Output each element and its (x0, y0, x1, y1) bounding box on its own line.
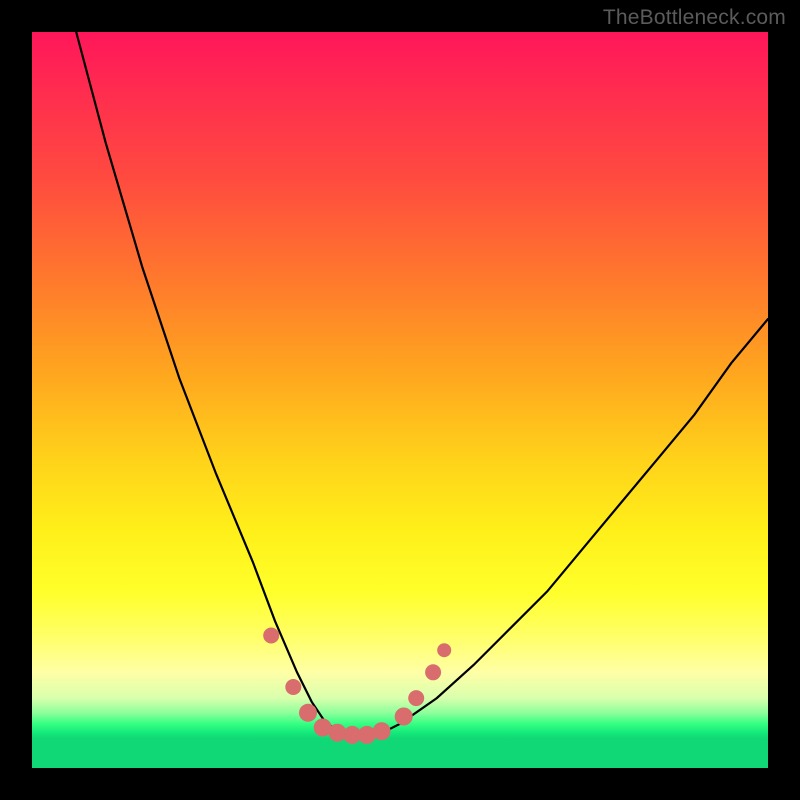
bottleneck-curve (76, 32, 768, 735)
watermark-text: TheBottleneck.com (603, 6, 786, 30)
highlight-dots (263, 628, 451, 744)
highlight-dot (285, 679, 301, 695)
plot-area (32, 32, 768, 768)
highlight-dot (395, 708, 413, 726)
chart-svg (32, 32, 768, 768)
chart-frame: TheBottleneck.com (0, 0, 800, 800)
highlight-dot (373, 722, 391, 740)
highlight-dot (425, 664, 441, 680)
highlight-dot (263, 628, 279, 644)
highlight-dot (437, 643, 451, 657)
highlight-dot (408, 690, 424, 706)
highlight-dot (299, 704, 317, 722)
